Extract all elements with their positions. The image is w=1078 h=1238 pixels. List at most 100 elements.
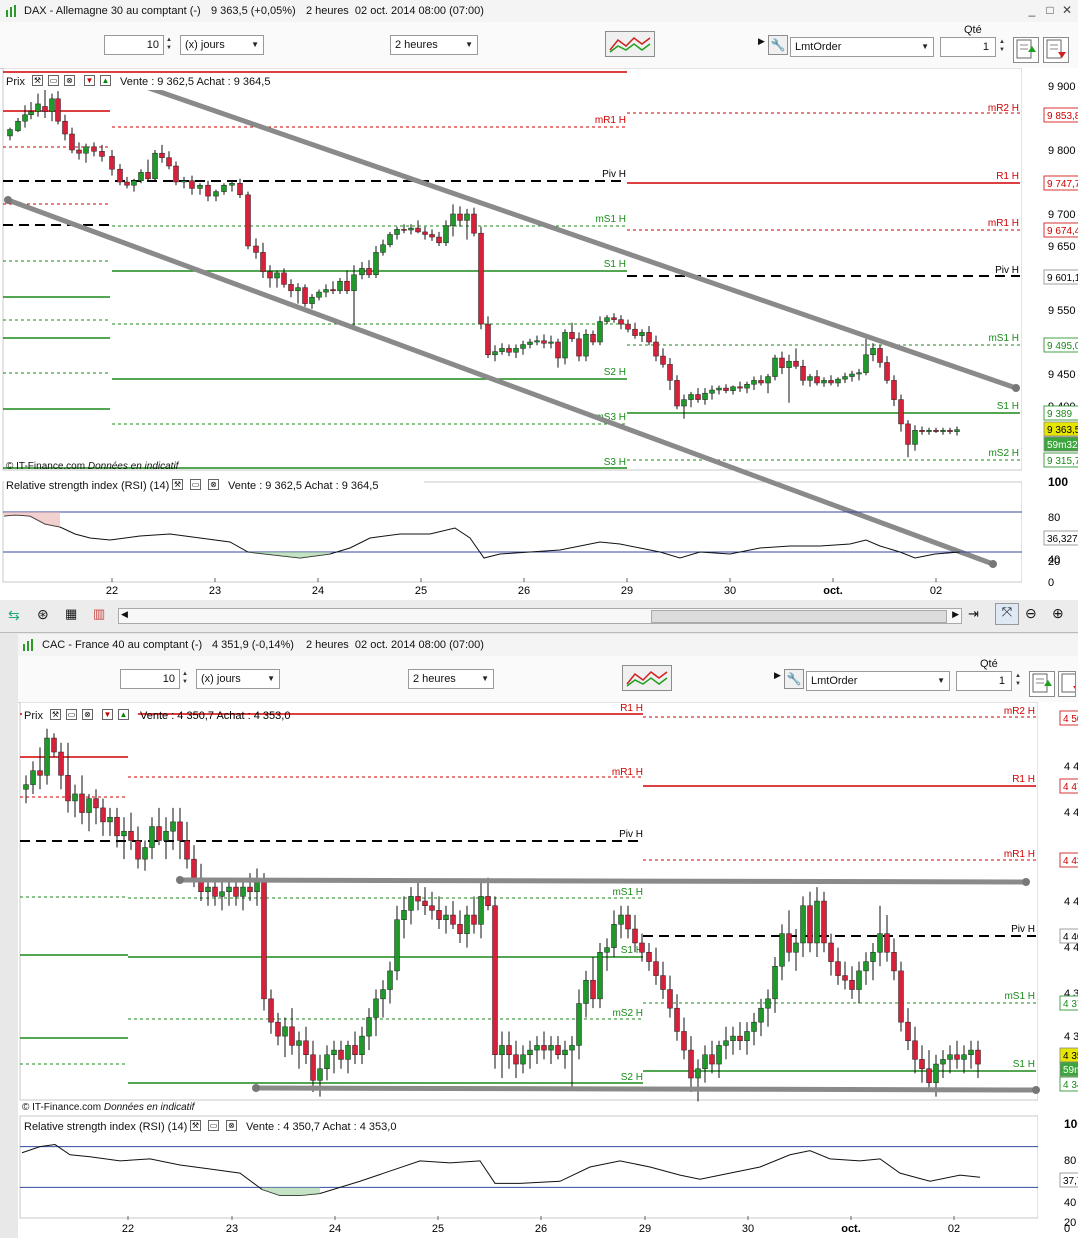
remove-icon[interactable]: ⊗ — [82, 709, 93, 720]
remove-icon[interactable]: ⊗ — [208, 479, 219, 490]
wrench-icon[interactable]: 🔧 — [768, 35, 788, 55]
chart-type-icon[interactable]: ▥ — [93, 606, 105, 622]
chart-style-icon[interactable] — [605, 31, 655, 57]
level-label: mS1 H — [595, 214, 626, 225]
bearish-candle — [267, 271, 273, 279]
order-type-select[interactable]: LmtOrder ▼ — [806, 671, 950, 691]
bearish-candle — [884, 933, 890, 953]
trend-line-anchor — [1012, 384, 1020, 392]
bearish-candle — [926, 1068, 932, 1083]
range-stepper[interactable]: ▲ ▼ — [180, 670, 190, 688]
price-panel-label: Prix — [6, 76, 25, 88]
copyright-text: © IT-Finance.com — [22, 1102, 102, 1113]
chart-style-icon[interactable] — [622, 665, 672, 691]
horizontal-scrollbar[interactable]: ◀ ▶ — [118, 608, 962, 624]
qty-input[interactable]: 1 — [940, 37, 996, 57]
range-input[interactable]: 10 — [120, 669, 180, 689]
auto-zoom-icon[interactable]: ⤧ — [995, 603, 1019, 625]
qty-stepper[interactable]: ▲ ▼ — [997, 38, 1007, 56]
level-label: mR1 H — [1004, 849, 1035, 860]
interval-select[interactable]: 2 heures ▼ — [390, 35, 478, 55]
rsi-tick-label: 20 — [1048, 556, 1060, 568]
bearish-candle — [471, 213, 477, 234]
x-tick-label: 25 — [415, 585, 427, 597]
bearish-candle — [37, 770, 43, 776]
sync-icon[interactable]: ⇆ — [8, 607, 20, 624]
panel-expand-icon[interactable]: ▶ — [758, 36, 765, 47]
interval-select[interactable]: 2 heures ▼ — [408, 669, 494, 689]
wrench-icon[interactable]: ⚒ — [32, 75, 43, 86]
move-up-icon[interactable]: ▲ — [100, 75, 111, 86]
scroll-right-icon[interactable]: ▶ — [952, 609, 959, 620]
range-input[interactable]: 10 — [104, 35, 164, 55]
chevron-down-icon: ▼ — [937, 676, 945, 685]
sell-order-icon[interactable] — [1058, 671, 1076, 697]
move-down-icon[interactable]: ▼ — [102, 709, 113, 720]
dax-chart-canvas[interactable]: mR1 HPiv HmS1 HS1 HS2 HmS3 HS3 HmR2 HR1 … — [0, 68, 1078, 600]
wrench-icon[interactable]: ⚒ — [50, 709, 61, 720]
wrench-icon[interactable]: ⚒ — [172, 479, 183, 490]
bearish-candle — [555, 1045, 561, 1055]
move-down-icon[interactable]: ▼ — [84, 75, 95, 86]
bearish-candle — [800, 366, 806, 381]
window-icon[interactable]: ▭ — [190, 479, 201, 490]
crosshair-icon[interactable]: ⊛ — [37, 606, 49, 623]
order-type-select[interactable]: LmtOrder ▼ — [790, 37, 934, 57]
bullish-candle — [786, 360, 792, 368]
wrench-icon[interactable]: ⚒ — [190, 1120, 201, 1131]
bullish-candle — [751, 380, 757, 385]
cac-chart-canvas[interactable]: R1 H mR1 H Piv H mS1 H S1 H mS2 H S2 H mR2 H R1 … — [0, 702, 1078, 1238]
scroll-end-icon[interactable]: ⇥ — [968, 606, 979, 622]
remove-icon[interactable]: ⊗ — [226, 1120, 237, 1131]
maximize-icon[interactable]: □ — [1044, 4, 1056, 16]
bullish-candle — [163, 830, 169, 841]
bearish-candle — [492, 905, 498, 1055]
dax-rsi-panel-header: Relative strength index (RSI) (14) ⚒ ▭ ⊗… — [4, 478, 424, 494]
level-label: mS1 H — [612, 887, 643, 898]
bullish-candle — [807, 376, 813, 381]
x-tick-label: 29 — [639, 1223, 651, 1235]
price-tag: 4 438,2 — [1063, 856, 1078, 867]
window-icon[interactable]: ▭ — [208, 1120, 219, 1131]
bearish-candle — [793, 360, 799, 367]
buy-order-icon[interactable] — [1013, 37, 1039, 63]
range-stepper[interactable]: ▲ ▼ — [164, 36, 174, 54]
bullish-candle — [7, 129, 13, 137]
grid-icon[interactable]: ▦ — [65, 606, 77, 622]
bullish-candle — [583, 979, 589, 1004]
bullish-candle — [107, 816, 113, 823]
bearish-candle — [260, 252, 266, 272]
qty-input[interactable]: 1 — [956, 671, 1012, 691]
window-icon[interactable]: ▭ — [48, 75, 59, 86]
minimize-icon[interactable]: _ — [1026, 4, 1038, 16]
move-up-icon[interactable]: ▲ — [118, 709, 129, 720]
buy-order-icon[interactable] — [1029, 671, 1055, 697]
window-icon[interactable]: ▭ — [66, 709, 77, 720]
bullish-candle — [373, 252, 379, 276]
zoom-out-icon[interactable]: ⊖ — [1025, 605, 1037, 622]
trend-line-anchor — [1022, 878, 1030, 886]
cac-toolbar: 10 ▲ ▼ (x) jours ▼ 2 heures ▼ ▶ 🔧 LmtOrder ▼… — [18, 656, 1078, 703]
range-unit-select[interactable]: (x) jours ▼ — [180, 35, 264, 55]
bullish-candle — [274, 272, 280, 279]
bearish-candle — [576, 338, 582, 357]
panel-expand-icon[interactable]: ▶ — [774, 670, 781, 681]
scroll-left-icon[interactable]: ◀ — [121, 609, 128, 620]
rsi-tick-label: 0 — [1064, 1223, 1070, 1235]
quote-header: Vente : 4 350,7 Achat : 4 353,0 — [140, 710, 291, 722]
bullish-candle — [359, 1035, 365, 1055]
scroll-thumb[interactable] — [651, 610, 947, 623]
price-tag: 4 374,4 — [1063, 999, 1078, 1010]
bearish-candle — [422, 231, 428, 235]
bullish-candle — [562, 1049, 568, 1055]
bullish-candle — [331, 1049, 337, 1055]
sell-order-icon[interactable] — [1043, 37, 1069, 63]
zoom-in-icon[interactable]: ⊕ — [1052, 605, 1064, 622]
bullish-candle — [723, 1040, 729, 1046]
qty-stepper[interactable]: ▲ ▼ — [1013, 672, 1023, 690]
range-unit-select[interactable]: (x) jours ▼ — [196, 669, 280, 689]
close-icon[interactable]: ✕ — [1061, 4, 1073, 16]
bullish-candle — [562, 332, 568, 359]
wrench-icon[interactable]: 🔧 — [784, 669, 804, 689]
remove-icon[interactable]: ⊗ — [64, 75, 75, 86]
